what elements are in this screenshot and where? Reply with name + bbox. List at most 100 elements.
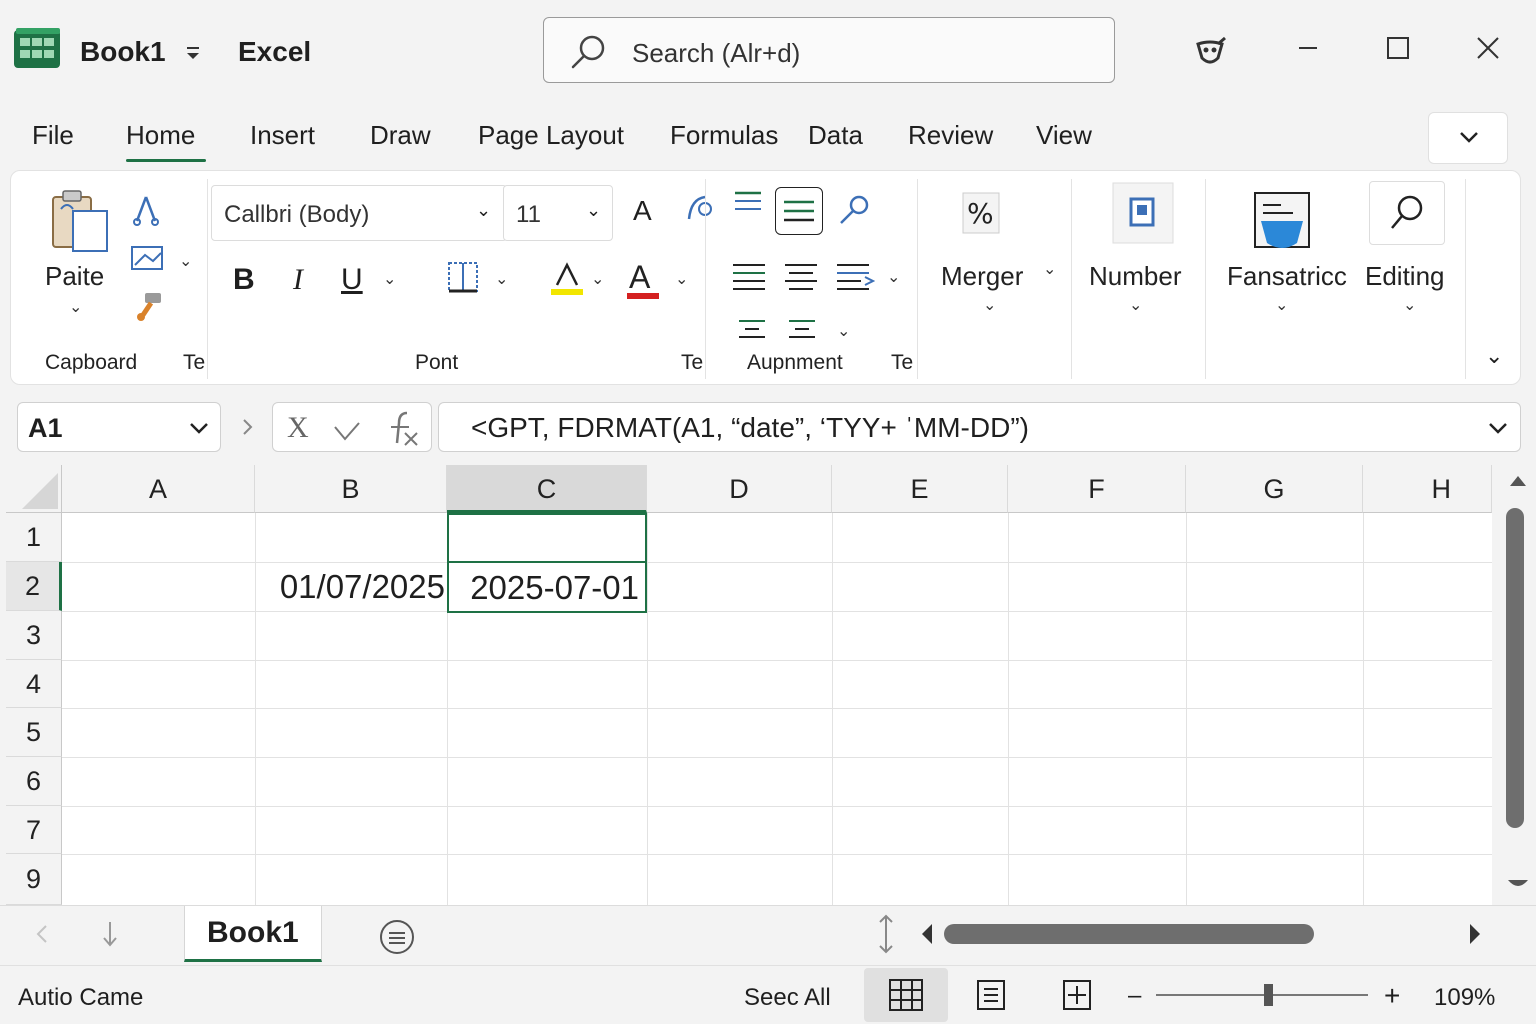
horizontal-scrollbar[interactable]: [914, 918, 1494, 950]
font-size-select[interactable]: 11 ⌄: [503, 185, 613, 241]
font-color-dropdown-icon[interactable]: ⌄: [675, 269, 688, 289]
borders-icon[interactable]: [445, 259, 481, 295]
page-layout-view-icon[interactable]: [974, 978, 1008, 1012]
number-format-icon[interactable]: [1111, 181, 1175, 245]
search-box[interactable]: Search (Alr+d): [543, 17, 1115, 83]
styles-dropdown-icon[interactable]: ⌄: [1275, 295, 1288, 315]
row-header-9[interactable]: 9: [6, 854, 62, 905]
ribbon-expand-icon[interactable]: ⌄: [1485, 343, 1503, 369]
tab-home[interactable]: Home: [126, 120, 195, 151]
see-all-button[interactable]: Seec All: [744, 984, 831, 1012]
align-center-icon[interactable]: [783, 257, 819, 293]
maximize-button[interactable]: [1380, 30, 1416, 66]
paste-dropdown-icon[interactable]: ⌄: [69, 297, 82, 317]
sheet-tab-book1[interactable]: Book1: [184, 906, 322, 962]
clear-format-icon[interactable]: [681, 191, 717, 227]
confirm-entry-icon[interactable]: [331, 417, 363, 443]
alignment-launcher-label[interactable]: Te: [891, 351, 913, 375]
align-middle-button[interactable]: [775, 187, 823, 235]
align-top-icon[interactable]: [731, 187, 765, 221]
increase-font-size-button[interactable]: A: [633, 195, 652, 227]
orientation-icon[interactable]: [837, 191, 873, 227]
decrease-indent-icon[interactable]: [737, 317, 767, 341]
paste-label[interactable]: Paite: [45, 261, 104, 292]
formula-input[interactable]: <GPT, FDRMAT(A1, “date”, ‘TYY+ ˈMM-DD”): [438, 402, 1521, 452]
column-header-f[interactable]: F: [1008, 465, 1186, 513]
row-header-1[interactable]: 1: [6, 513, 62, 562]
cell-c2[interactable]: 2025-07-01: [447, 561, 647, 613]
cell-b2[interactable]: 01/07/2025: [255, 562, 447, 611]
tab-insert[interactable]: Insert: [250, 120, 315, 151]
underline-dropdown-icon[interactable]: ⌄: [383, 269, 396, 289]
percent-icon[interactable]: %: [961, 191, 1001, 235]
tab-data[interactable]: Data: [808, 120, 863, 151]
insert-function-icon[interactable]: [385, 409, 421, 449]
ribbon-options-button[interactable]: [1428, 112, 1508, 164]
tab-draw[interactable]: Draw: [370, 120, 431, 151]
row-header-7[interactable]: 7: [6, 806, 62, 854]
vertical-scrollbar[interactable]: [1500, 468, 1536, 908]
quick-access-dropdown-icon[interactable]: [184, 40, 204, 66]
clipboard-launcher-label[interactable]: Te: [183, 351, 205, 375]
copilot-icon[interactable]: [1192, 36, 1228, 68]
row-header-5[interactable]: 5: [6, 708, 62, 757]
underline-button[interactable]: U: [341, 263, 363, 297]
tab-view[interactable]: View: [1036, 120, 1092, 151]
column-header-a[interactable]: A: [62, 465, 255, 513]
number-dropdown-icon[interactable]: ⌄: [1129, 295, 1142, 315]
copy-icon[interactable]: [129, 241, 167, 275]
cell-c1[interactable]: [447, 513, 647, 563]
alignment-dropdown-icon[interactable]: ⌄: [887, 267, 900, 287]
tab-file[interactable]: File: [32, 120, 74, 151]
row-header-2[interactable]: 2: [6, 562, 62, 611]
row-header-3[interactable]: 3: [6, 611, 62, 660]
editing-label[interactable]: Editing: [1365, 261, 1445, 292]
add-sheet-icon[interactable]: [378, 918, 416, 956]
zoom-in-button[interactable]: +: [1384, 980, 1400, 1012]
name-box[interactable]: A1: [17, 402, 221, 452]
minimize-button[interactable]: [1290, 30, 1326, 66]
column-header-h[interactable]: H: [1363, 465, 1492, 513]
page-break-view-icon[interactable]: [1060, 978, 1094, 1012]
editing-find-button[interactable]: [1369, 181, 1445, 245]
copy-dropdown-icon[interactable]: ⌄: [179, 251, 192, 271]
zoom-slider-track[interactable]: [1156, 994, 1368, 996]
tab-formulas[interactable]: Formulas: [670, 120, 778, 151]
tab-review[interactable]: Review: [908, 120, 993, 151]
tab-page-layout[interactable]: Page Layout: [478, 120, 624, 151]
fill-color-icon[interactable]: [547, 259, 587, 299]
column-header-d[interactable]: D: [647, 465, 832, 513]
zoom-out-button[interactable]: –: [1128, 982, 1141, 1010]
select-all-button[interactable]: [6, 465, 62, 513]
align-left-icon[interactable]: [731, 257, 767, 293]
cancel-entry-button[interactable]: X: [287, 411, 309, 445]
normal-view-button[interactable]: [864, 968, 948, 1022]
styles-label[interactable]: Fansatricc: [1227, 261, 1347, 292]
wrap-text-icon[interactable]: [835, 257, 875, 293]
row-header-6[interactable]: 6: [6, 757, 62, 806]
sheet-next-icon[interactable]: [98, 918, 122, 950]
merge-side-dropdown-icon[interactable]: ⌄: [1043, 259, 1056, 279]
row-header-4[interactable]: 4: [6, 660, 62, 708]
column-header-e[interactable]: E: [832, 465, 1008, 513]
indent-dropdown-icon[interactable]: ⌄: [837, 321, 850, 341]
italic-button[interactable]: I: [293, 263, 303, 297]
font-name-select[interactable]: Callbri (Body) ⌄: [211, 185, 507, 241]
bold-button[interactable]: B: [233, 263, 255, 297]
cell-styles-icon[interactable]: [1253, 191, 1311, 253]
merge-dropdown-icon[interactable]: ⌄: [983, 295, 996, 315]
close-button[interactable]: [1470, 30, 1506, 66]
fill-color-dropdown-icon[interactable]: ⌄: [591, 269, 604, 289]
zoom-level[interactable]: 109%: [1434, 984, 1495, 1012]
paste-icon[interactable]: [47, 187, 111, 253]
merge-label[interactable]: Merger: [941, 261, 1023, 292]
borders-dropdown-icon[interactable]: ⌄: [495, 269, 508, 289]
column-header-c[interactable]: C: [447, 465, 647, 513]
increase-indent-icon[interactable]: [787, 317, 817, 341]
column-header-g[interactable]: G: [1186, 465, 1363, 513]
cut-icon[interactable]: [129, 193, 163, 227]
font-launcher-label[interactable]: Te: [681, 351, 703, 375]
editing-dropdown-icon[interactable]: ⌄: [1403, 295, 1416, 315]
zoom-slider-thumb[interactable]: [1264, 984, 1273, 1006]
split-handle-icon[interactable]: [874, 912, 898, 956]
